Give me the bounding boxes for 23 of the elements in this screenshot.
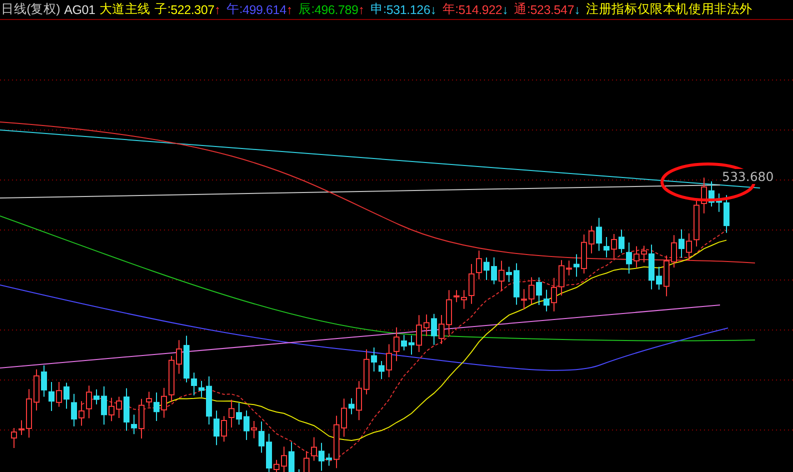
symbol-label: AG01: [64, 2, 96, 16]
line-value: 499.614: [242, 2, 286, 16]
line-value: 523.547: [530, 2, 574, 16]
line-label: 申:: [370, 1, 386, 18]
indicator-name: 大道主线: [99, 1, 151, 18]
notice-text: 注册指标仅限本机使用非法外: [586, 1, 753, 18]
trend-arrow: ↑: [214, 2, 220, 16]
trend-arrow: ↑: [358, 2, 364, 16]
trend-arrow: ↑: [286, 2, 292, 16]
trend-arrow: ↓: [502, 2, 508, 16]
line-value: 531.126: [386, 2, 430, 16]
line-label: 年:: [442, 1, 458, 18]
period-label: 日线(复权): [1, 1, 60, 18]
price-label: 533.680: [722, 169, 774, 184]
trend-arrow: ↓: [430, 2, 436, 16]
line-label: 辰:: [298, 1, 314, 18]
line-label: 通:: [514, 1, 530, 18]
line-value: 522.307: [170, 2, 214, 16]
line-value: 496.789: [314, 2, 358, 16]
line-label: 午:: [226, 1, 243, 18]
trend-arrow: ↓: [574, 2, 580, 16]
line-label: 子:: [154, 1, 171, 18]
line-value: 514.922: [458, 2, 502, 16]
